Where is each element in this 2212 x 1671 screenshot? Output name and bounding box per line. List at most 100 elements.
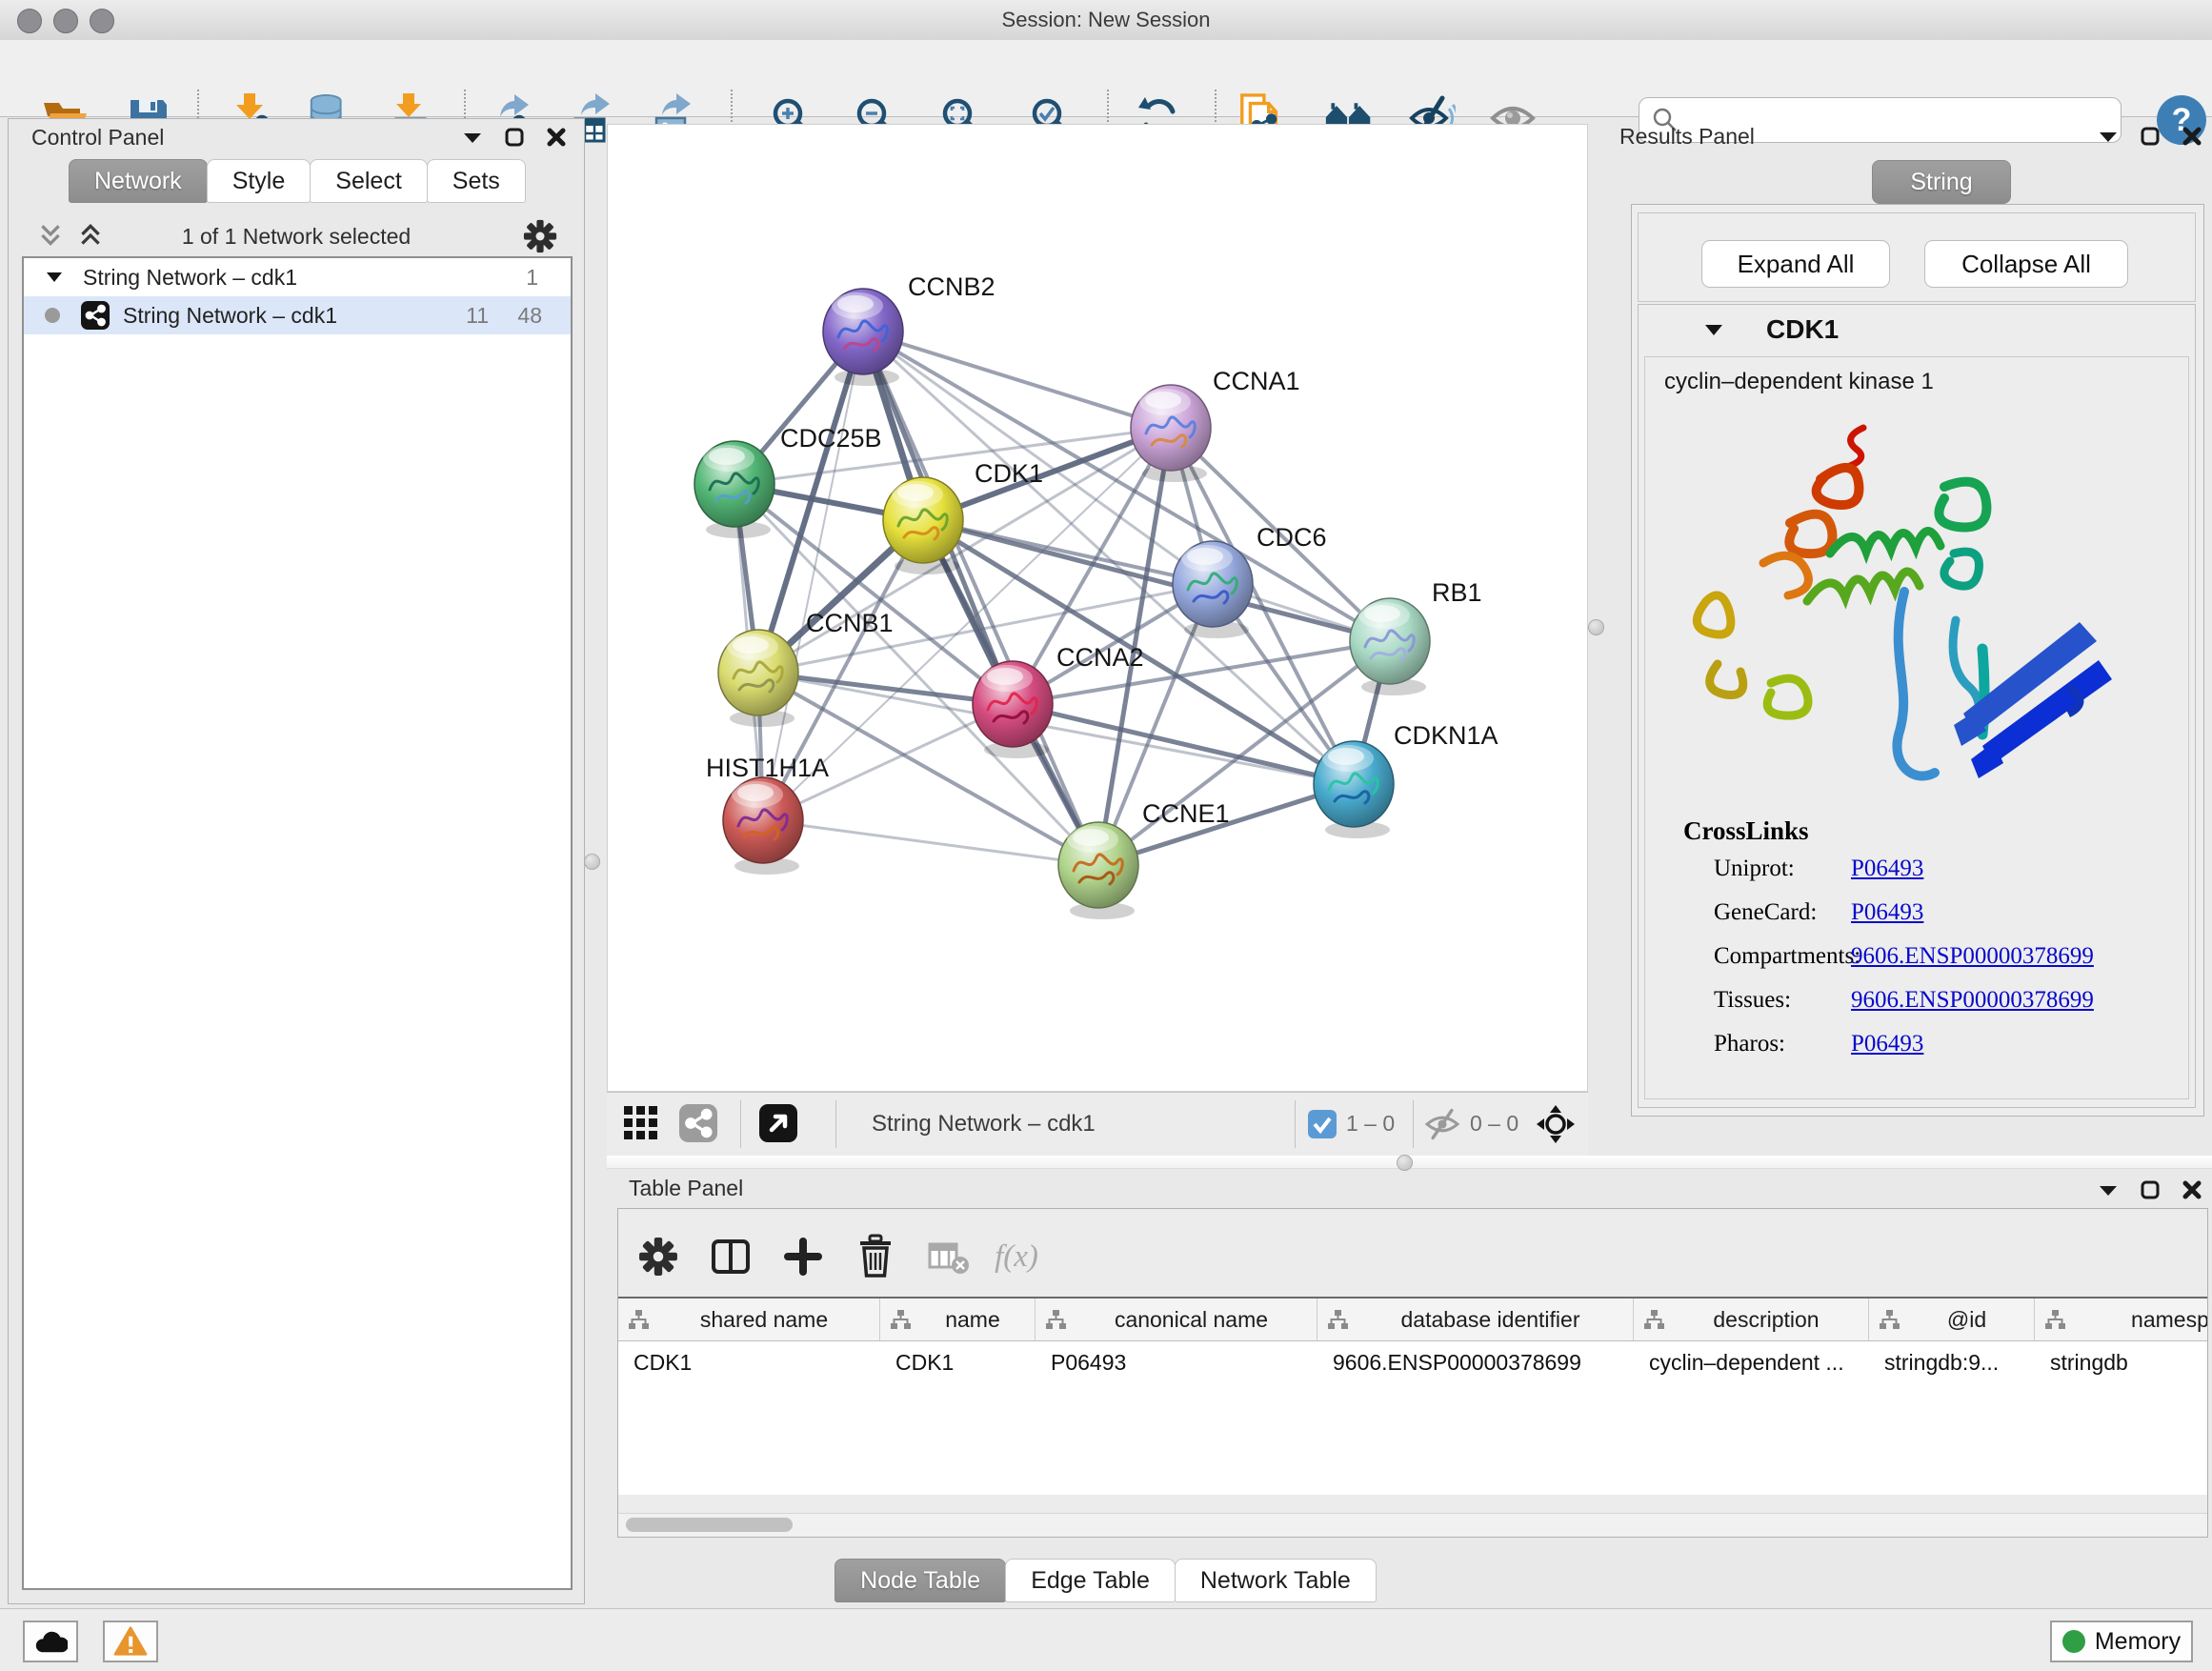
edge-HIST1H1A-CCNE1[interactable] [763, 820, 1098, 865]
toolbar-separator [1295, 1100, 1296, 1148]
table-header-row: shared namenamecanonical namedatabase id… [618, 1297, 2207, 1341]
column-header-name[interactable]: name [880, 1299, 1036, 1340]
collection-expander-icon[interactable] [47, 272, 62, 283]
cloud-icon [33, 1629, 68, 1654]
crosslink-link[interactable]: 9606.ENSP00000378699 [1851, 943, 2094, 970]
column-header-description[interactable]: description [1634, 1299, 1869, 1340]
panel-close-icon[interactable] [2182, 126, 2202, 147]
crosslink-row: Uniprot:P06493 [1645, 846, 2188, 890]
table-cell[interactable]: CDK1 [618, 1341, 880, 1383]
panel-menu-icon[interactable] [2098, 130, 2119, 143]
hidden-counts: 0 – 0 [1470, 1104, 1518, 1142]
panel-float-icon[interactable] [2140, 126, 2161, 147]
table-cell[interactable]: stringdb [2035, 1341, 2208, 1383]
warning-status-button[interactable] [103, 1621, 158, 1662]
column-header-canonical-name[interactable]: canonical name [1036, 1299, 1317, 1340]
tab-network[interactable]: Network [69, 159, 208, 203]
toolbar-separator [740, 1100, 741, 1148]
tab-node-table[interactable]: Node Table [835, 1559, 1006, 1602]
create-column-icon[interactable] [776, 1230, 830, 1283]
network-options-gear-icon[interactable] [523, 219, 557, 258]
panel-menu-icon[interactable] [462, 131, 483, 144]
table-cell[interactable]: CDK1 [880, 1341, 1036, 1383]
column-header-database-identifier[interactable]: database identifier [1317, 1299, 1634, 1340]
delete-column-trash-icon[interactable] [849, 1230, 902, 1283]
horizontal-splitter-handle[interactable] [1397, 1155, 1413, 1171]
detach-view-icon[interactable] [759, 1104, 797, 1147]
network-selection-status: 1 of 1 Network selected [9, 224, 584, 250]
panel-close-icon[interactable] [546, 127, 567, 148]
node-RB1[interactable]: RB1 [1350, 578, 1482, 695]
node-label: CCNA2 [1056, 643, 1144, 672]
network-view-canvas[interactable]: CCNB2CCNA1CDC25BCDK1CDC6RB1CCNB1CCNA2CDK… [607, 124, 1588, 1092]
network-share-view-icon[interactable] [679, 1104, 717, 1147]
node-CCNB2[interactable]: CCNB2 [823, 272, 995, 386]
collapse-all-button[interactable]: Collapse All [1924, 240, 2128, 288]
results-panel-title: Results Panel [1619, 124, 1755, 150]
network-node-count: 11 [466, 303, 489, 329]
memory-button[interactable]: Memory [2050, 1621, 2193, 1662]
column-header-shared-name[interactable]: shared name [618, 1299, 880, 1340]
section-expander-icon[interactable] [1705, 324, 1722, 336]
warning-icon [113, 1626, 148, 1657]
crosslink-link[interactable]: 9606.ENSP00000378699 [1851, 987, 2094, 1014]
tab-style[interactable]: Style [207, 159, 312, 203]
panel-float-icon[interactable] [2140, 1179, 2161, 1200]
tab-edge-table[interactable]: Edge Table [1005, 1559, 1176, 1602]
edge-CCNB2-CCNA1[interactable] [863, 332, 1171, 428]
network-row[interactable]: String Network – cdk1 11 48 [24, 296, 571, 334]
tab-select[interactable]: Select [310, 159, 427, 203]
show-columns-icon[interactable] [704, 1230, 757, 1283]
table-cell[interactable]: stringdb:9... [1869, 1341, 2035, 1383]
table-row[interactable]: CDK1CDK1P064939606.ENSP00000378699cyclin… [618, 1341, 2207, 1383]
network-state-dot-icon [45, 308, 60, 323]
gene-section-header[interactable]: CDK1 [1639, 305, 2195, 354]
protein-structure-image [1668, 411, 2144, 811]
hidden-eye-slash-icon[interactable] [1424, 1108, 1460, 1145]
node-CDKN1A[interactable]: CDKN1A [1314, 721, 1498, 838]
tab-string[interactable]: String [1872, 160, 2011, 204]
edge-CCNB2-CCNE1[interactable] [863, 332, 1098, 865]
selected-checkbox-icon[interactable] [1308, 1110, 1337, 1143]
table-horizontal-scrollbar[interactable] [618, 1513, 2207, 1537]
node-CDC25B[interactable]: CDC25B [694, 424, 882, 538]
panel-menu-icon[interactable] [2098, 1183, 2119, 1197]
node-HIST1H1A[interactable]: HIST1H1A [706, 754, 829, 875]
right-splitter-handle[interactable] [1588, 619, 1604, 635]
column-header-namespace[interactable]: namespace [2035, 1299, 2208, 1340]
node-CCNA1[interactable]: CCNA1 [1131, 367, 1300, 482]
tab-network-table[interactable]: Network Table [1175, 1559, 1377, 1602]
expand-all-button[interactable]: Expand All [1701, 240, 1890, 288]
panel-float-icon[interactable] [504, 127, 525, 148]
network-collection-row[interactable]: String Network – cdk1 1 [24, 258, 571, 296]
edge-CCNA2-CDKN1A[interactable] [1013, 704, 1354, 784]
node-CCNE1[interactable]: CCNE1 [1058, 799, 1230, 919]
crosslink-link[interactable]: P06493 [1851, 899, 1923, 926]
crosslink-link[interactable]: P06493 [1851, 1031, 1923, 1057]
table-cell[interactable]: cyclin–dependent ... [1634, 1341, 1869, 1383]
scrollbar-thumb[interactable] [626, 1518, 793, 1532]
node-label: CCNA1 [1213, 367, 1300, 395]
selected-counts: 1 – 0 [1346, 1104, 1395, 1142]
table-options-gear-icon[interactable] [632, 1230, 685, 1283]
network-list: String Network – cdk1 1 String Network –… [22, 256, 573, 1590]
crosslink-label: Pharos: [1714, 1031, 1785, 1057]
column-header-at-id[interactable]: @id [1869, 1299, 2035, 1340]
left-splitter-handle[interactable] [584, 854, 600, 870]
node-CCNB1[interactable]: CCNB1 [718, 609, 894, 727]
delete-table-icon [921, 1230, 975, 1283]
tab-sets[interactable]: Sets [427, 159, 526, 203]
status-bar: Memory [0, 1608, 2212, 1671]
table-cell[interactable]: 9606.ENSP00000378699 [1317, 1341, 1634, 1383]
grid-view-icon[interactable] [622, 1104, 660, 1147]
cloud-status-button[interactable] [23, 1621, 78, 1662]
panel-close-icon[interactable] [2182, 1179, 2202, 1200]
table-cell[interactable]: P06493 [1036, 1341, 1317, 1383]
fit-selected-crosshair-icon[interactable] [1537, 1105, 1575, 1148]
results-panel: Results Panel String Expand All Collapse… [1604, 118, 2212, 1168]
control-panel-tabs: NetworkStyleSelectSets [70, 159, 526, 203]
crosslink-link[interactable]: P06493 [1851, 856, 1923, 882]
crosslink-label: GeneCard: [1714, 899, 1817, 926]
control-panel: Control Panel NetworkStyleSelectSets 1 o… [8, 118, 585, 1604]
network-graph: CCNB2CCNA1CDC25BCDK1CDC6RB1CCNB1CCNA2CDK… [608, 125, 1587, 1091]
